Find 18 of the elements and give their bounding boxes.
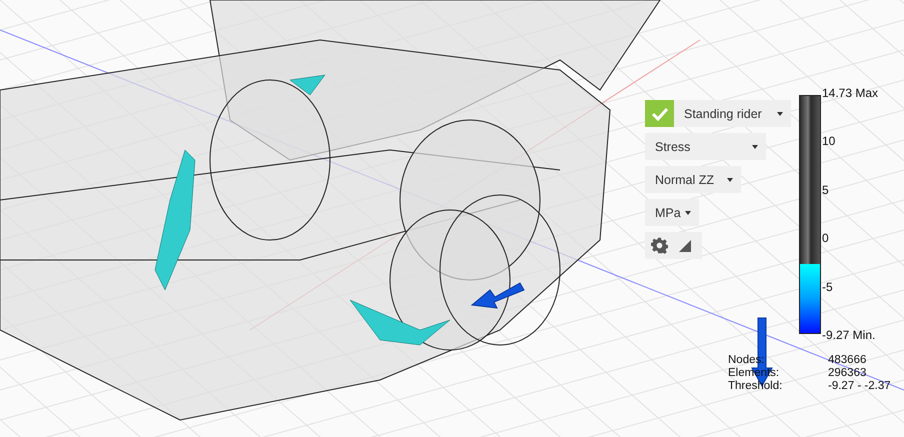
scale-label: 10 [822,134,836,148]
result-type-dropdown[interactable]: Stress [645,133,766,160]
component-dropdown[interactable]: Normal ZZ [645,166,741,193]
load-case-dropdown[interactable]: Standing rider [674,100,791,127]
stat-label: Threshold: [728,380,784,393]
scale-label: -9.27 Min. [822,328,876,342]
settings-icon[interactable] [651,237,668,254]
triangle-icon[interactable] [678,238,692,252]
scale-label: 0 [822,231,830,246]
unit-dropdown[interactable]: MPa [645,199,699,226]
stat-value: 296363 [828,367,868,380]
stat-value: 483666 [828,354,868,367]
stat-value: -9.27 - -2.37 [828,380,891,393]
enable-checkbox[interactable] [645,100,674,127]
scale-label: 5 [822,182,830,197]
scale-label: -5 [822,280,834,294]
scale-label: 14.73 Max [822,86,878,100]
check-icon [650,106,668,120]
